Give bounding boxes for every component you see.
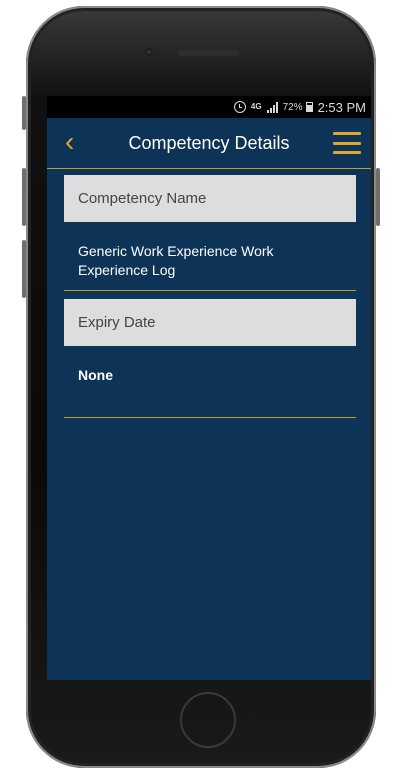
- volume-down-button: [22, 240, 26, 298]
- hamburger-menu-icon[interactable]: [333, 132, 361, 154]
- mute-switch: [22, 96, 26, 130]
- battery-icon: [305, 102, 313, 112]
- status-time: 2:53 PM: [317, 99, 366, 115]
- volume-up-button: [22, 168, 26, 226]
- back-chevron-icon[interactable]: ‹: [65, 128, 74, 156]
- signal-icon: [266, 101, 278, 113]
- competency-name-header: Competency Name: [64, 175, 356, 222]
- status-bar: 4G 72% 2:53 PM: [47, 96, 371, 118]
- home-button[interactable]: [180, 692, 236, 748]
- nav-bar: ‹ Competency Details: [47, 118, 371, 169]
- front-camera: [145, 48, 153, 56]
- divider: [64, 417, 356, 418]
- power-button: [376, 168, 380, 226]
- divider: [64, 290, 356, 291]
- earpiece-speaker: [178, 50, 240, 56]
- battery-percent: 72%: [282, 101, 303, 113]
- expiry-date-header: Expiry Date: [64, 299, 356, 346]
- network-type: 4G: [250, 102, 262, 111]
- competency-name-label: Competency Name: [78, 190, 207, 207]
- page-title: Competency Details: [128, 132, 290, 153]
- expiry-date-label: Expiry Date: [78, 314, 156, 331]
- alarm-icon: [233, 101, 246, 113]
- app-screen: 4G 72% 2:53 PM ‹ Competency Details Comp…: [47, 96, 371, 680]
- expiry-date-value: None: [78, 367, 113, 383]
- competency-name-value: Generic Work Experience Work Experience …: [78, 243, 274, 278]
